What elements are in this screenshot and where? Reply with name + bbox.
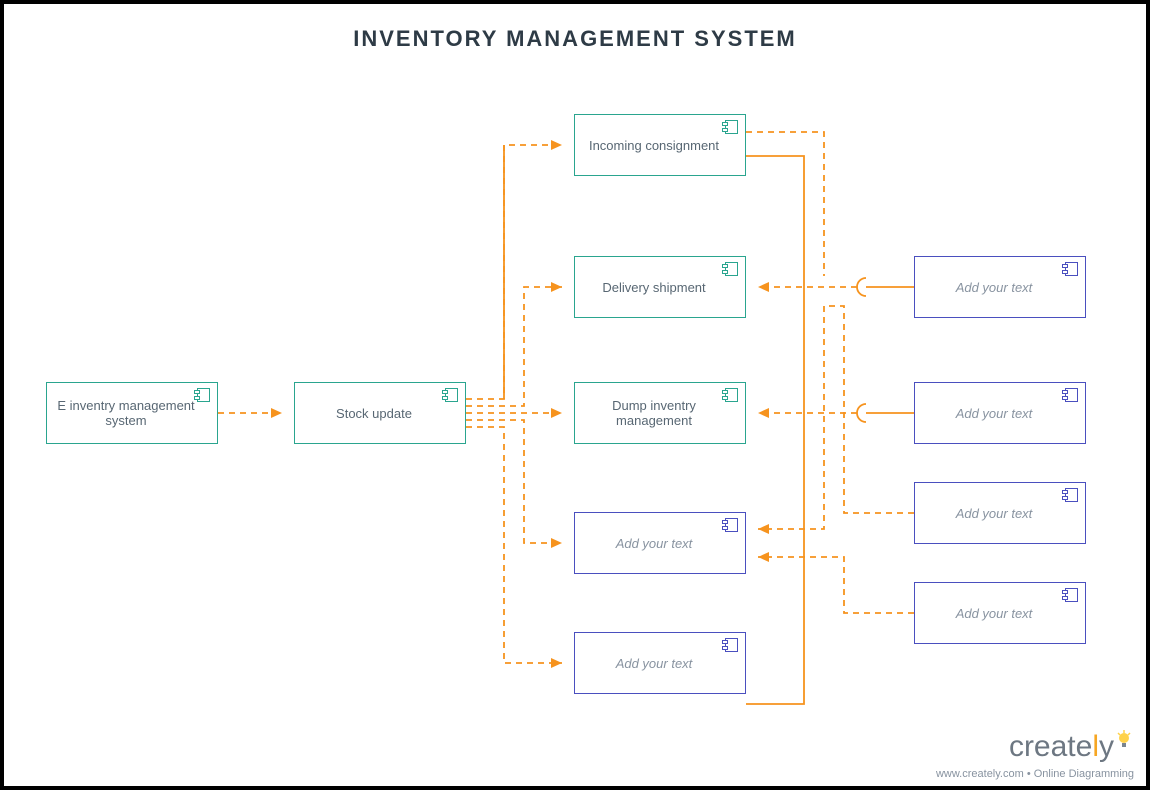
component-incoming[interactable]: Incoming consignment xyxy=(574,114,746,176)
component-r1[interactable]: Add your text xyxy=(914,256,1086,318)
component-label: Add your text xyxy=(956,506,1033,521)
component-label: Incoming consignment xyxy=(589,138,719,153)
component-icon xyxy=(1062,488,1078,502)
component-label: Dump inventry management xyxy=(585,398,723,428)
component-icon xyxy=(722,120,738,134)
creately-logo: creately xyxy=(1009,730,1132,764)
component-icon xyxy=(722,518,738,532)
component-icon xyxy=(722,388,738,402)
component-icon xyxy=(1062,262,1078,276)
component-icon xyxy=(1062,388,1078,402)
component-icon xyxy=(1062,588,1078,602)
component-p1[interactable]: Add your text xyxy=(574,512,746,574)
component-icon xyxy=(722,262,738,276)
component-r2[interactable]: Add your text xyxy=(914,382,1086,444)
component-label: Add your text xyxy=(956,406,1033,421)
component-label: Add your text xyxy=(956,606,1033,621)
component-label: Add your text xyxy=(616,656,693,671)
component-eims[interactable]: E inventry management system xyxy=(46,382,218,444)
component-icon xyxy=(194,388,210,402)
component-label: E inventry management system xyxy=(57,398,195,428)
component-label: Add your text xyxy=(956,280,1033,295)
component-label: Delivery shipment xyxy=(602,280,705,295)
lightbulb-icon xyxy=(1116,730,1132,752)
component-dump[interactable]: Dump inventry management xyxy=(574,382,746,444)
component-icon xyxy=(722,638,738,652)
component-r4[interactable]: Add your text xyxy=(914,582,1086,644)
component-p2[interactable]: Add your text xyxy=(574,632,746,694)
component-delivery[interactable]: Delivery shipment xyxy=(574,256,746,318)
component-r3[interactable]: Add your text xyxy=(914,482,1086,544)
branding-subtitle: www.creately.com • Online Diagramming xyxy=(936,768,1134,780)
diagram-title: INVENTORY MANAGEMENT SYSTEM xyxy=(4,26,1146,52)
component-stock[interactable]: Stock update xyxy=(294,382,466,444)
component-label: Stock update xyxy=(336,406,412,421)
component-icon xyxy=(442,388,458,402)
component-label: Add your text xyxy=(616,536,693,551)
